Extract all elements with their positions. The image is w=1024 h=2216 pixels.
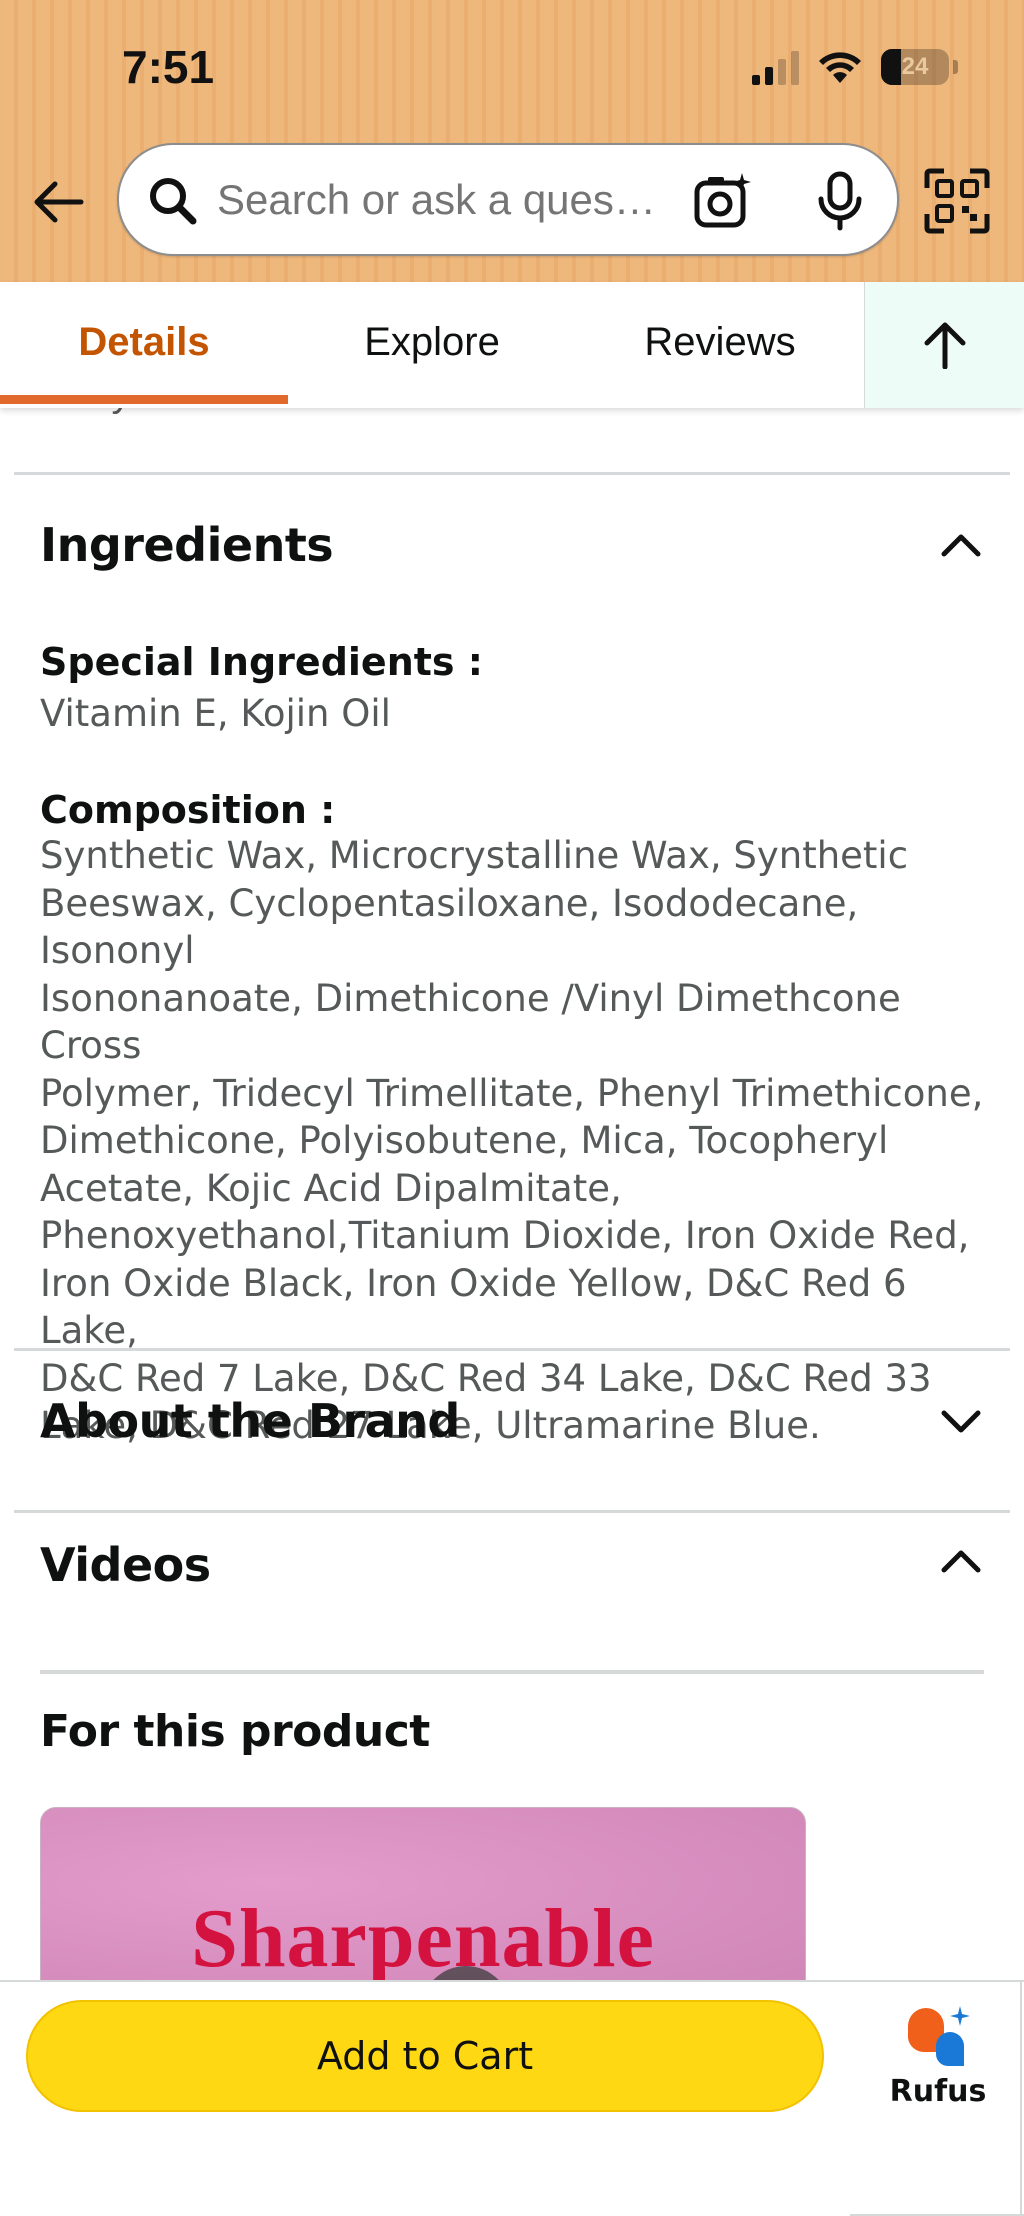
composition-line: Acetate, Kojic Acid Dipalmitate,: [40, 1166, 622, 1210]
cellular-signal-icon: [752, 49, 799, 85]
divider: [40, 1670, 984, 1674]
back-button[interactable]: [28, 172, 88, 232]
rufus-label: Rufus: [889, 2074, 987, 2109]
divider: [14, 1510, 1010, 1513]
arrow-left-icon: [34, 181, 84, 223]
composition-line: Polymer, Tridecyl Trimellitate, Phenyl T…: [40, 1071, 984, 1115]
status-icons: 24: [752, 44, 958, 90]
composition-line: Beeswax, Cyclopentasiloxane, Isododecane…: [40, 881, 859, 973]
section-tabs: Details Explore Reviews: [0, 282, 1024, 408]
tab-details[interactable]: Details: [0, 282, 288, 402]
search-bar[interactable]: [117, 143, 899, 256]
ingredients-title[interactable]: Ingredients: [40, 518, 334, 572]
tab-explore[interactable]: Explore: [288, 282, 576, 402]
divider: [14, 1348, 1010, 1351]
composition-label: Composition :: [40, 788, 336, 832]
qr-scanner-icon[interactable]: [924, 168, 990, 234]
rufus-icon: [908, 2006, 970, 2066]
divider: [14, 472, 1010, 475]
composition-line: Synthetic Wax, Microcrystalline Wax, Syn…: [40, 834, 909, 877]
rufus-button[interactable]: Rufus: [870, 2004, 1006, 2124]
add-to-cart-button[interactable]: Add to Cart: [26, 2000, 824, 2112]
video-thumbnail-text: Sharpenable: [191, 1892, 655, 1985]
composition-text: Synthetic Wax, Microcrystalline Wax, Syn…: [40, 832, 1000, 1450]
battery-icon: 24: [881, 49, 949, 85]
chevron-up-icon[interactable]: [938, 522, 984, 568]
for-this-product-heading: For this product: [40, 1706, 430, 1757]
divider: [1020, 1980, 1022, 2216]
video-thumbnail[interactable]: Sharpenable: [40, 1807, 806, 1997]
scroll-to-top-button[interactable]: [864, 282, 1024, 408]
bottom-action-bar: Add to Cart Rufus: [0, 1980, 1024, 2216]
special-ingredients-value: Vitamin E, Kojin Oil: [40, 692, 391, 735]
battery-level: 24: [901, 53, 929, 80]
active-tab-indicator: [0, 395, 288, 404]
composition-line: Iron Oxide Black, Iron Oxide Yellow, D&C…: [40, 1261, 907, 1353]
composition-line: Dimethicone, Polyisobutene, Mica, Tocoph…: [40, 1119, 889, 1162]
special-ingredients-label: Special Ingredients :: [40, 640, 483, 684]
search-input[interactable]: [217, 145, 657, 254]
search-icon: [150, 178, 197, 225]
wifi-icon: [819, 52, 861, 83]
microphone-icon[interactable]: [811, 171, 869, 231]
composition-line: Phenoxyethanol,Titanium Dioxide, Iron Ox…: [40, 1214, 970, 1257]
composition-line: Isononanoate, Dimethicone /Vinyl Dimethc…: [40, 976, 901, 1068]
camera-icon[interactable]: [693, 171, 753, 231]
product-details-page: 7:51 24 Search or ask a question Details…: [0, 0, 1024, 2216]
tab-reviews[interactable]: Reviews: [576, 282, 864, 402]
chevron-up-icon[interactable]: [938, 1538, 984, 1584]
status-time: 7:51: [122, 41, 215, 93]
app-header: 7:51 24: [0, 0, 1024, 282]
videos-title[interactable]: Videos: [40, 1538, 211, 1592]
chevron-down-icon[interactable]: [938, 1398, 984, 1444]
about-brand-title[interactable]: About the Brand: [40, 1394, 460, 1448]
arrow-up-icon: [924, 322, 965, 369]
